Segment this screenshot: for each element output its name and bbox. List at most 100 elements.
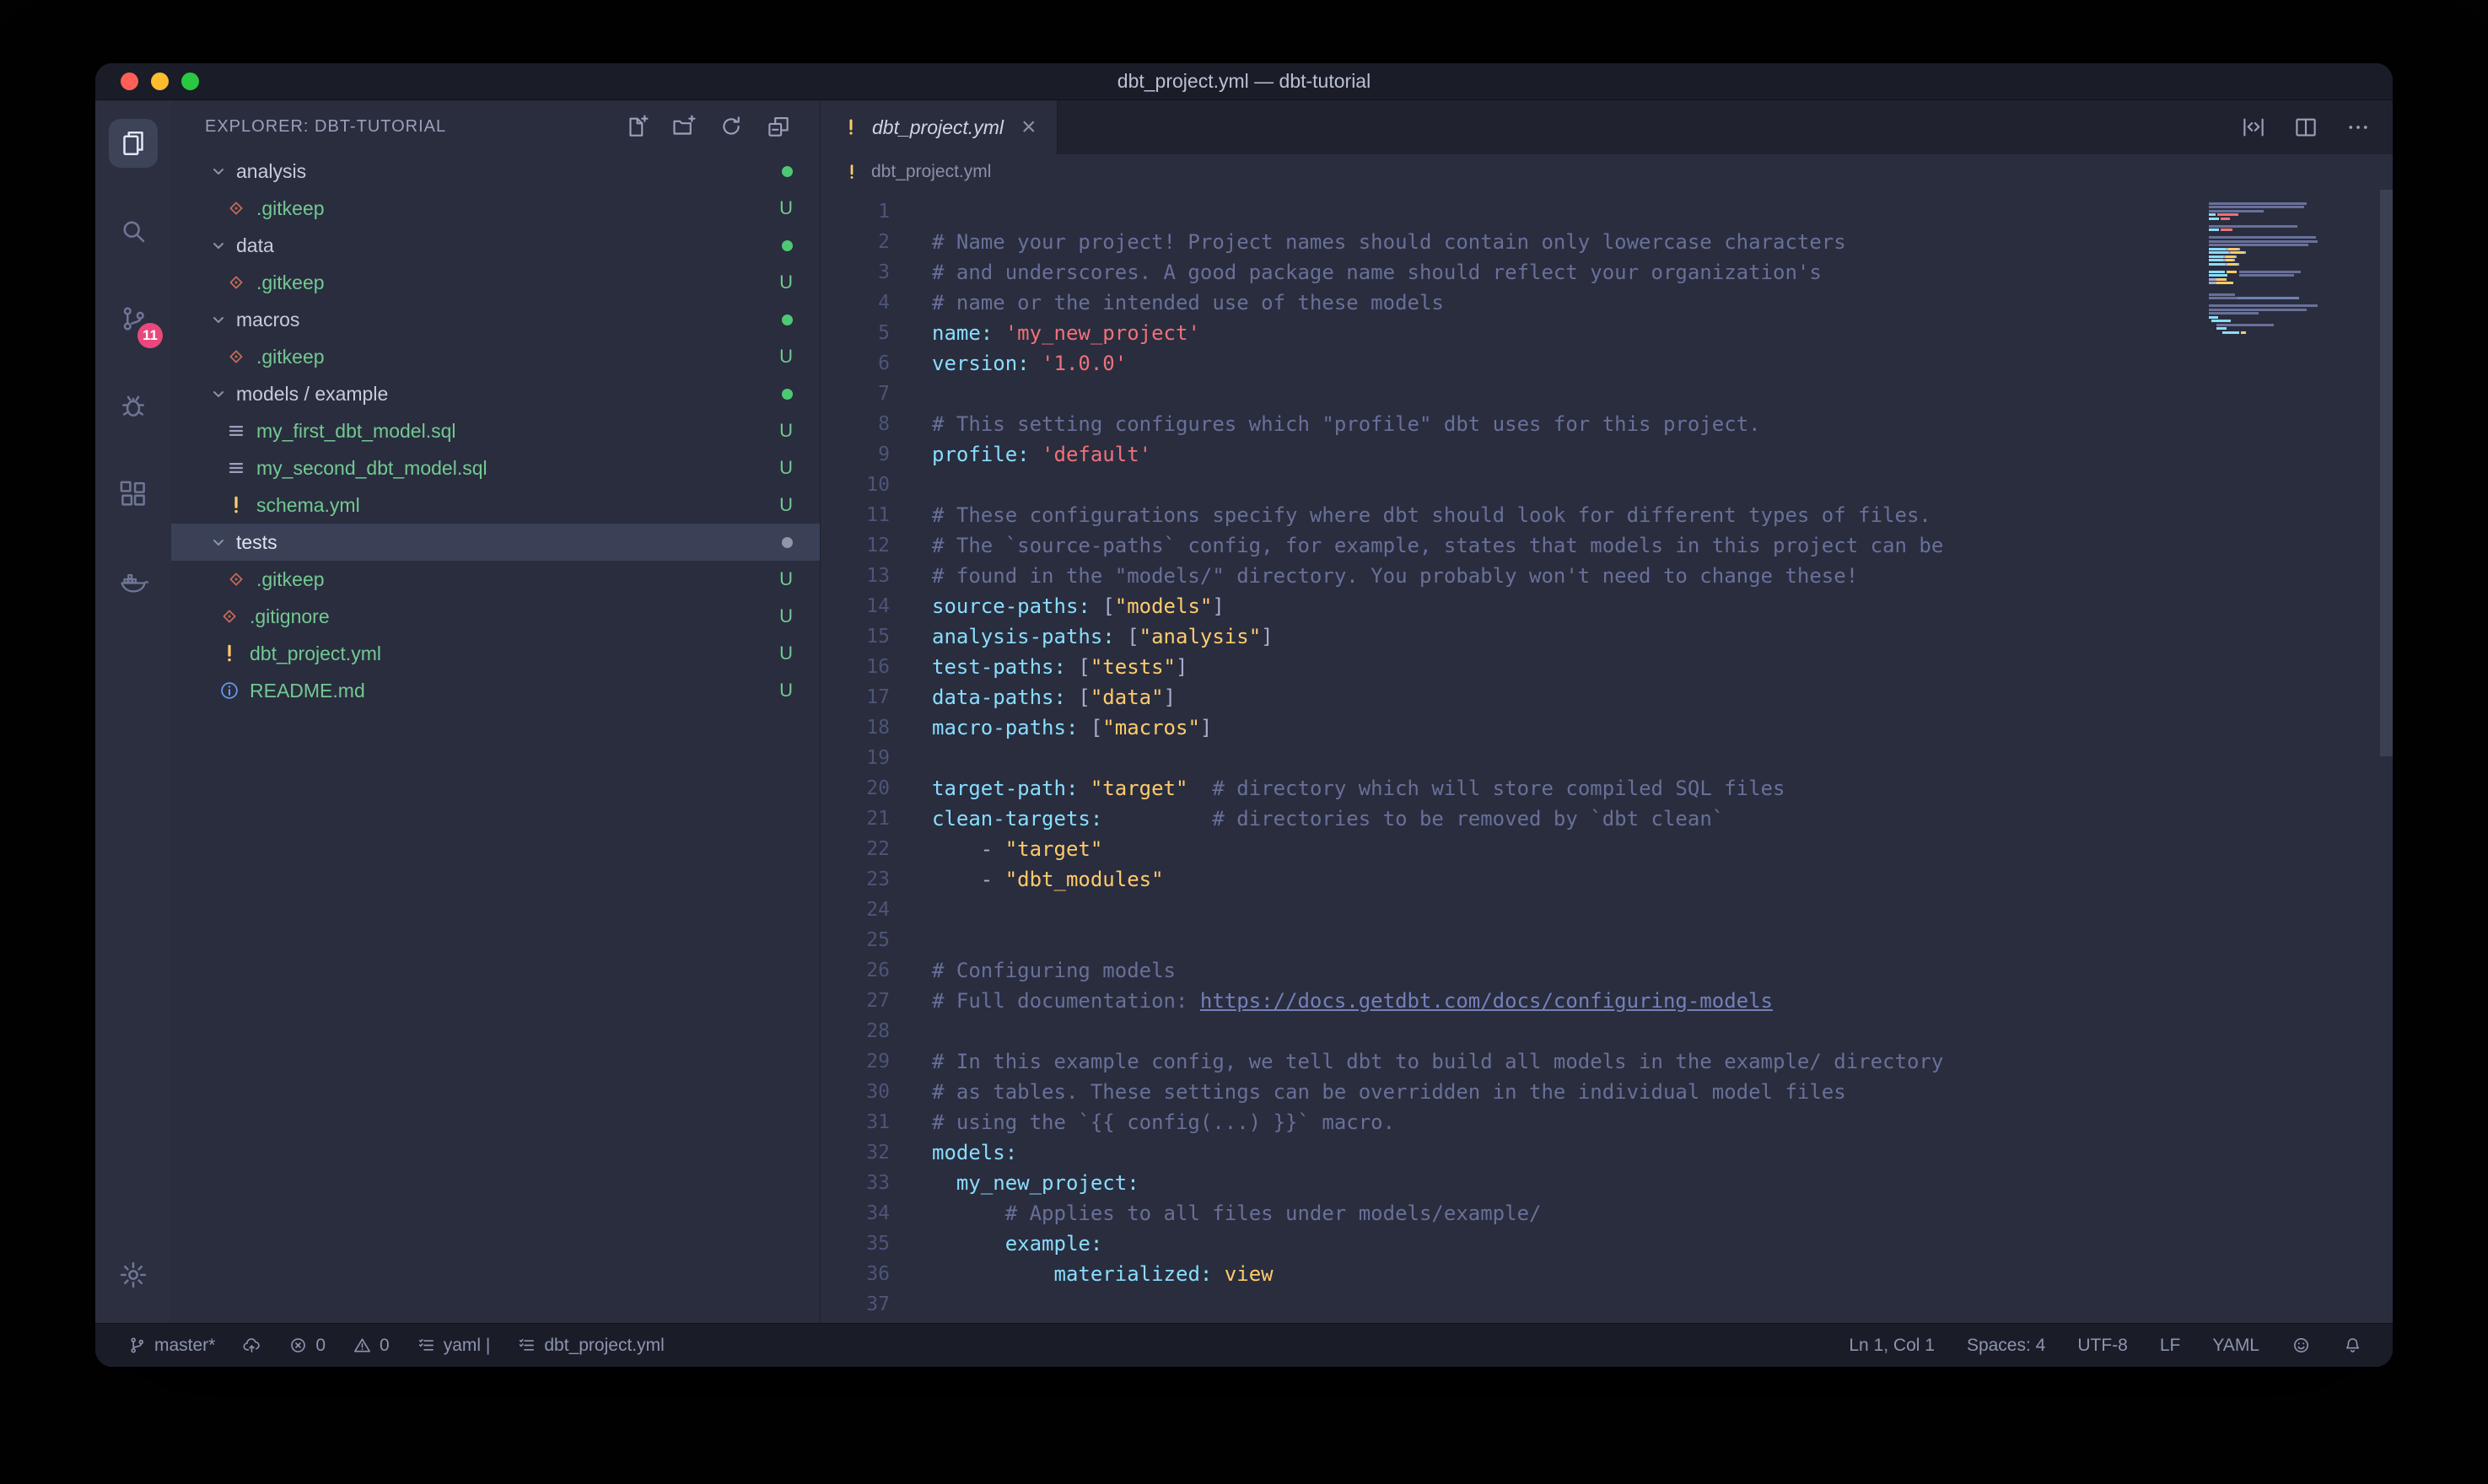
- line-text: # The `source-paths` config, for example…: [932, 530, 1943, 561]
- status-indentation[interactable]: Spaces: 4: [1967, 1336, 2045, 1356]
- tree-folder-models-example[interactable]: models / example: [171, 375, 820, 412]
- tree-file-my-second-dbt-model-sql[interactable]: my_second_dbt_model.sqlU: [171, 449, 820, 487]
- minimap-line: [2209, 309, 2369, 311]
- minimap-line: [2209, 271, 2369, 273]
- activity-run-debug-button[interactable]: [109, 382, 158, 431]
- editor-group: dbt_project.yml× dbt_project.yml 12# Nam…: [821, 100, 2393, 1323]
- tree-folder-tests[interactable]: tests: [171, 524, 820, 561]
- activity-search-button[interactable]: [109, 207, 158, 255]
- refresh-explorer-button[interactable]: [719, 114, 744, 139]
- line-number: 29: [821, 1046, 890, 1077]
- status-publish-changes[interactable]: [242, 1336, 261, 1355]
- code-line: 8# This setting configures which "profil…: [821, 409, 2393, 439]
- tree-file-gitignore[interactable]: .gitignoreU: [171, 598, 820, 635]
- breadcrumb-item[interactable]: dbt_project.yml: [843, 162, 991, 182]
- tree-file-gitkeep[interactable]: .gitkeepU: [171, 561, 820, 598]
- code-line: 27# Full documentation: https://docs.get…: [821, 986, 2393, 1016]
- tree-folder-data[interactable]: data: [171, 227, 820, 264]
- code-line: 29# In this example config, we tell dbt …: [821, 1046, 2393, 1077]
- status-eol[interactable]: LF: [2160, 1336, 2181, 1356]
- activity-docker-button[interactable]: [109, 557, 158, 606]
- git-decoration: U: [779, 680, 793, 702]
- line-text: data-paths: ["data"]: [932, 682, 1176, 712]
- code-line: 30# as tables. These settings can be ove…: [821, 1077, 2393, 1107]
- tree-folder-analysis[interactable]: analysis: [171, 153, 820, 190]
- minimap-line: [2209, 198, 2369, 201]
- tree-file-gitkeep[interactable]: .gitkeepU: [171, 264, 820, 301]
- code-editor[interactable]: 12# Name your project! Project names sho…: [821, 190, 2393, 1323]
- minimap[interactable]: [2209, 198, 2369, 339]
- activity-settings-button[interactable]: [109, 1250, 158, 1299]
- open-changes-button[interactable]: [2241, 115, 2266, 140]
- tree-file-schema-yml[interactable]: schema.ymlU: [171, 487, 820, 524]
- activity-explorer-button[interactable]: [109, 119, 158, 168]
- yaml-icon: [843, 163, 861, 181]
- code-line: 36 materialized: view: [821, 1259, 2393, 1289]
- editor-scrollbar[interactable]: [2380, 190, 2393, 756]
- new-folder-button[interactable]: [671, 114, 697, 139]
- close-tab-icon[interactable]: ×: [1021, 115, 1037, 140]
- checklist-icon: [417, 1336, 436, 1355]
- zoom-window-button[interactable]: [181, 73, 199, 90]
- code-line: 31# using the `{{ config(...) }}` macro.: [821, 1107, 2393, 1137]
- minimap-line: [2209, 218, 2369, 220]
- activity-source-control-button[interactable]: 11: [109, 294, 158, 343]
- status-linter-language[interactable]: yaml |: [417, 1336, 491, 1356]
- line-text: version: '1.0.0': [932, 348, 1127, 379]
- code-line: 9profile: 'default': [821, 439, 2393, 470]
- git-icon: [225, 272, 247, 293]
- tree-file-my-first-dbt-model-sql[interactable]: my_first_dbt_model.sqlU: [171, 412, 820, 449]
- status-branch[interactable]: master*: [127, 1336, 215, 1356]
- info-icon: [218, 680, 240, 702]
- line-text: materialized: view: [932, 1259, 1274, 1289]
- activity-extensions-button[interactable]: [109, 470, 158, 519]
- code-line: 35 example:: [821, 1229, 2393, 1259]
- tree-file-readme-md[interactable]: README.mdU: [171, 672, 820, 709]
- line-number: 14: [821, 591, 890, 621]
- line-number: 12: [821, 530, 890, 561]
- tree-folder-macros[interactable]: macros: [171, 301, 820, 338]
- code-lines: 12# Name your project! Project names sho…: [821, 190, 2393, 1320]
- status-cursor-position[interactable]: Ln 1, Col 1: [1849, 1336, 1935, 1356]
- status-errors[interactable]: 0: [288, 1336, 326, 1356]
- collapse-all-icon: [766, 114, 791, 139]
- tab-dbt-project-yml[interactable]: dbt_project.yml×: [821, 100, 1058, 154]
- smiley-icon: [2291, 1336, 2311, 1355]
- untracked-badge: U: [779, 457, 793, 479]
- minimize-window-button[interactable]: [151, 73, 169, 90]
- line-text: my_new_project:: [932, 1168, 1139, 1198]
- chevron-down-icon: [208, 235, 229, 255]
- line-number: 27: [821, 986, 890, 1016]
- line-text: profile: 'default': [932, 439, 1151, 470]
- title-bar: dbt_project.yml — dbt-tutorial: [95, 63, 2393, 100]
- status-linter-file[interactable]: dbt_project.yml: [517, 1336, 664, 1356]
- tree-file-dbt-project-yml[interactable]: dbt_project.ymlU: [171, 635, 820, 672]
- code-line: 25: [821, 925, 2393, 955]
- explorer-title: EXPLORER: DBT-TUTORIAL: [205, 117, 446, 137]
- split-editor-button[interactable]: [2293, 115, 2318, 140]
- tree-file-gitkeep[interactable]: .gitkeepU: [171, 338, 820, 375]
- new-file-button[interactable]: [624, 114, 649, 139]
- minimap-line: [2209, 274, 2369, 277]
- line-number: 28: [821, 1016, 890, 1046]
- status-feedback[interactable]: [2291, 1336, 2311, 1355]
- line-text: source-paths: ["models"]: [932, 591, 1225, 621]
- line-number: 5: [821, 318, 890, 348]
- tree-file-gitkeep[interactable]: .gitkeepU: [171, 190, 820, 227]
- changes-dot: [782, 537, 793, 548]
- untracked-badge: U: [779, 494, 793, 516]
- minimap-line: [2209, 251, 2369, 254]
- line-number: 6: [821, 348, 890, 379]
- status-warnings[interactable]: 0: [353, 1336, 390, 1356]
- refresh-icon: [719, 114, 744, 139]
- gear-icon: [118, 1260, 148, 1290]
- status-bar: master* 0 0 yaml | dbt_project.yml Ln 1, Col…: [95, 1323, 2393, 1367]
- line-number: 26: [821, 955, 890, 986]
- status-language-mode[interactable]: YAML: [2212, 1336, 2259, 1356]
- more-actions-button[interactable]: [2345, 115, 2371, 140]
- close-window-button[interactable]: [121, 73, 138, 90]
- status-notifications[interactable]: [2343, 1336, 2362, 1355]
- status-encoding[interactable]: UTF-8: [2077, 1336, 2128, 1356]
- line-text: analysis-paths: ["analysis"]: [932, 621, 1274, 652]
- collapse-folders-button[interactable]: [766, 114, 791, 139]
